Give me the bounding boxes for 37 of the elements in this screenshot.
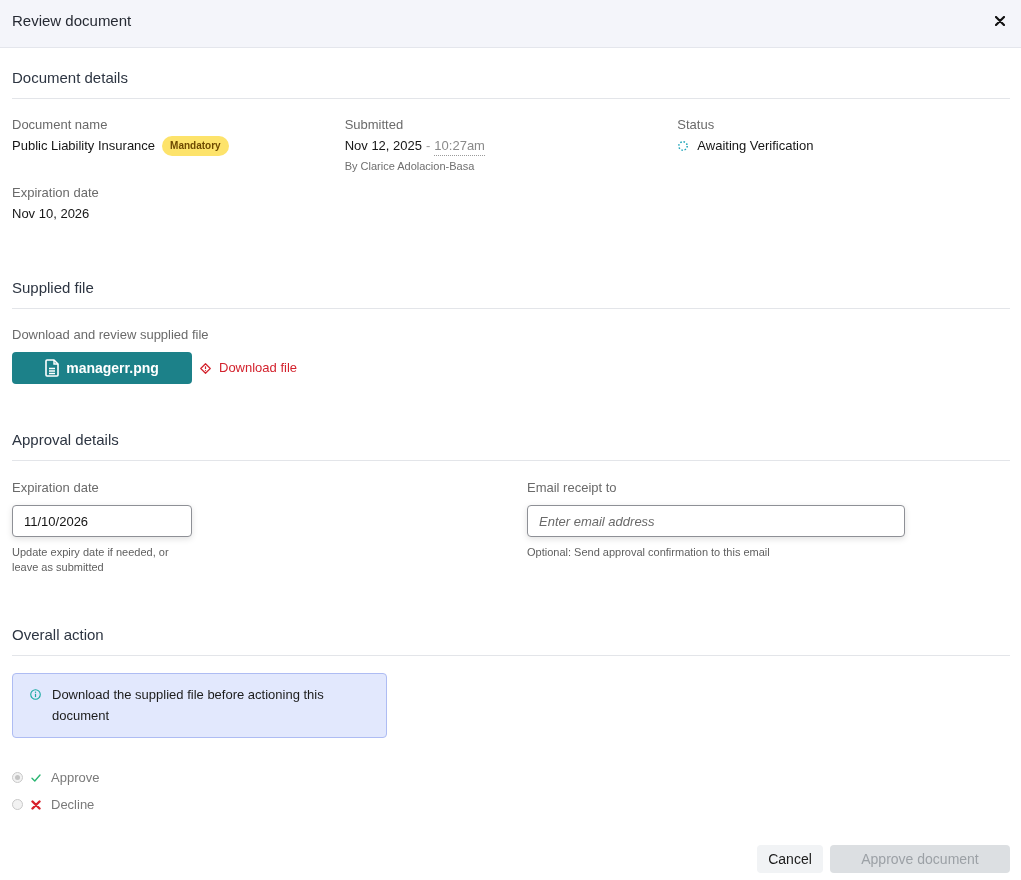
spinner-icon	[678, 141, 689, 151]
field-hint: Update expiry date if needed, or leave as submitted	[12, 545, 170, 575]
email-input[interactable]: Enter email address	[527, 505, 905, 537]
document-name: Public Liability Insurance	[12, 137, 156, 155]
field-label: Document name	[12, 116, 108, 134]
file-button[interactable]: managerr.png	[12, 352, 192, 384]
submitted-date: Nov 12, 2025	[344, 137, 422, 155]
field-label: Expiration date	[12, 479, 99, 497]
alert-diamond-icon	[200, 362, 211, 374]
close-icon[interactable]	[995, 15, 1005, 26]
status-value: Awaiting Verification	[697, 137, 814, 155]
section-heading: Document details	[12, 68, 128, 88]
section-heading: Supplied file	[12, 278, 94, 298]
check-icon	[31, 773, 41, 782]
date-input[interactable]: 11/10/2026	[12, 505, 192, 537]
field-label: Expiration date	[12, 184, 99, 202]
info-icon	[30, 689, 41, 700]
notice-text: Download the supplied file before actioning this document	[52, 686, 325, 725]
cross-icon	[31, 799, 41, 810]
document-icon	[45, 359, 60, 377]
section-heading: Overall action	[12, 625, 104, 645]
field-label: Email receipt to	[527, 479, 617, 497]
option-label: Decline	[51, 795, 95, 814]
field-hint: Optional: Send approval confirmation to this email	[527, 545, 770, 560]
cancel-button[interactable]: Cancel	[757, 845, 823, 873]
submitted-by: By Clarice Adolacion-Basa	[344, 159, 475, 174]
field-label: Submitted	[344, 116, 404, 134]
dialog-title: Review document	[12, 10, 132, 31]
field-label: Status	[677, 116, 715, 134]
download-link[interactable]: Download file	[200, 359, 298, 377]
section-description: Download and review supplied file	[12, 326, 210, 344]
option-label: Approve	[51, 768, 100, 787]
submitted-time: 10:27am	[434, 136, 485, 156]
requirement-badge: Mandatory	[162, 136, 229, 156]
date-separator: -	[426, 137, 431, 155]
expiration-value: Nov 10, 2026	[12, 205, 90, 223]
section-heading: Approval details	[12, 430, 119, 450]
